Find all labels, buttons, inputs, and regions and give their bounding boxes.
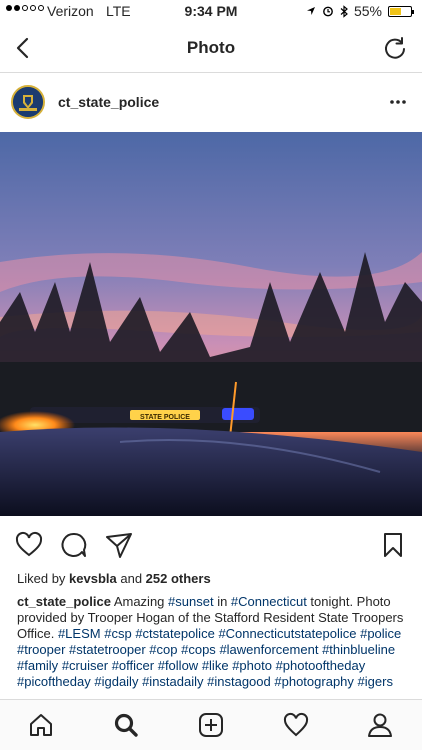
hashtag-link[interactable]: #instagood [207,674,271,689]
bluetooth-icon [340,4,348,18]
hashtag-link[interactable]: #sunset [168,594,214,609]
hashtag-link[interactable]: #thinblueline [322,642,395,657]
post-photo[interactable]: STATE POLICE [0,132,422,516]
hashtag-link[interactable]: #ctstatepolice [135,626,215,641]
hashtag-link[interactable]: #Connecticutstatepolice [218,626,356,641]
caption-username[interactable]: ct_state_police [17,594,111,609]
hashtag-link[interactable]: #lawenforcement [219,642,318,657]
more-horizontal-icon[interactable] [388,94,408,110]
avatar[interactable] [11,85,45,119]
likes-summary: Liked by kevsbla and 252 others [17,571,211,586]
hashtag-link[interactable]: #photooftheday [276,658,366,673]
post-actions [0,524,422,564]
hashtag-link[interactable]: #cop [149,642,177,657]
location-icon [306,7,315,15]
hashtag-link[interactable]: #trooper [17,642,65,657]
page-title: Photo [186,38,236,57]
post-username[interactable]: ct_state_police [58,94,159,110]
post-caption: ct_state_police Amazing #sunset in #Conn… [17,594,409,690]
hashtag-link[interactable]: #Connecticut [231,594,307,609]
hashtag-link[interactable]: #police [360,626,401,641]
hashtag-link[interactable]: #picoftheday [17,674,91,689]
home-icon[interactable] [27,711,55,739]
hashtag-link[interactable]: #csp [104,626,131,641]
status-icons: 55% [306,3,414,19]
likes-others[interactable]: 252 others [146,571,211,586]
caption-segment: in [213,594,231,609]
liked-by-user[interactable]: kevsbla [69,571,117,586]
heart-icon[interactable] [14,530,44,560]
activity-heart-icon[interactable] [282,711,310,739]
hashtag-link[interactable]: #like [202,658,229,673]
likes-prefix: Liked by [17,571,70,586]
hashtag-link[interactable]: #statetrooper [69,642,146,657]
tab-bar [0,699,422,750]
comment-icon[interactable] [59,530,89,560]
share-icon[interactable] [104,530,134,560]
hashtag-link[interactable]: #cruiser [62,658,108,673]
hashtag-link[interactable]: #officer [112,658,154,673]
hashtag-link[interactable]: #igdaily [94,674,138,689]
bookmark-icon[interactable] [378,530,408,560]
sunset-police-car-photo: STATE POLICE [0,132,422,516]
refresh-icon[interactable] [382,35,408,61]
alarm-icon [323,6,333,17]
hashtag-link[interactable]: #follow [158,658,198,673]
likes-connector: and [116,571,146,586]
hashtag-link[interactable]: #instadaily [142,674,203,689]
post-header: ct_state_police [0,73,422,131]
hashtag-link[interactable]: #igers [358,674,393,689]
battery-percent: 55% [353,3,382,19]
profile-icon[interactable] [366,711,394,739]
battery-icon [388,5,414,17]
hashtag-link[interactable]: #family [17,658,58,673]
badge-logo-icon [13,87,43,117]
light-bar-label: STATE POLICE [140,414,190,421]
search-icon[interactable] [112,711,140,739]
nav-bar: Photo [0,24,422,73]
hashtag-link[interactable]: #photo [232,658,272,673]
new-post-icon[interactable] [197,711,225,739]
hashtag-link[interactable]: #LESM [58,626,101,641]
hashtag-link[interactable]: #photography [274,674,354,689]
caption-segment: Amazing [110,594,169,609]
status-bar: Verizon LTE 9:34 PM 55% [0,0,422,24]
hashtag-link[interactable]: #cops [181,642,216,657]
